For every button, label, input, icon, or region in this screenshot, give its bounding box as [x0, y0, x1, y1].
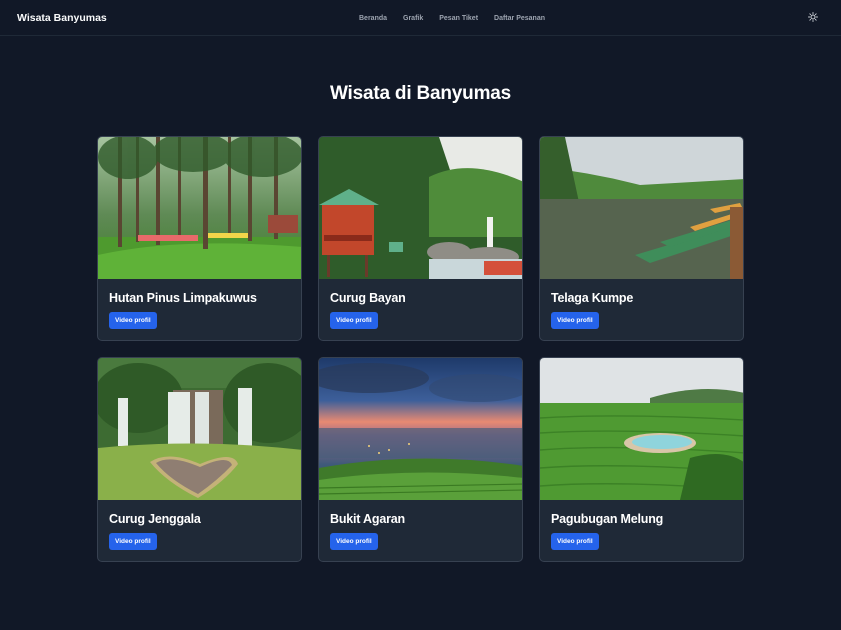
navbar: Wisata Banyumas Beranda Grafik Pesan Tik…	[0, 0, 841, 36]
destination-title: Bukit Agaran	[330, 512, 405, 526]
destination-card: Bukit Agaran Video profil	[318, 357, 523, 562]
video-profile-button[interactable]: Video profil	[551, 533, 599, 550]
destination-card: Curug Jenggala Video profil	[97, 357, 302, 562]
video-profile-button[interactable]: Video profil	[330, 533, 378, 550]
destination-card: Curug Bayan Video profil	[318, 136, 523, 341]
nav-links: Beranda Grafik Pesan Tiket Daftar Pesana…	[359, 0, 545, 36]
nav-link-beranda[interactable]: Beranda	[359, 15, 387, 22]
destination-card: Pagubugan Melung Video profil	[539, 357, 744, 562]
destination-grid: Hutan Pinus Limpakuwus Video profil Curu…	[97, 136, 744, 562]
nav-link-grafik[interactable]: Grafik	[403, 15, 423, 22]
video-profile-button[interactable]: Video profil	[551, 312, 599, 329]
destination-title: Pagubugan Melung	[551, 512, 664, 526]
destination-photo	[540, 358, 743, 500]
destination-card: Telaga Kumpe Video profil	[539, 136, 744, 341]
destination-title: Curug Jenggala	[109, 512, 201, 526]
destination-title: Hutan Pinus Limpakuwus	[109, 291, 257, 305]
video-profile-button[interactable]: Video profil	[109, 312, 157, 329]
page-title: Wisata di Banyumas	[329, 83, 511, 104]
brand-title[interactable]: Wisata Banyumas	[17, 12, 107, 24]
destination-card: Hutan Pinus Limpakuwus Video profil	[97, 136, 302, 341]
destination-photo	[98, 137, 301, 279]
destination-photo	[540, 137, 743, 279]
destination-title: Telaga Kumpe	[551, 291, 634, 305]
destination-photo	[319, 358, 522, 500]
sun-icon[interactable]	[807, 11, 819, 23]
video-profile-button[interactable]: Video profil	[109, 533, 157, 550]
destination-title: Curug Bayan	[330, 291, 406, 305]
destination-photo	[319, 137, 522, 279]
nav-link-daftar-pesanan[interactable]: Daftar Pesanan	[494, 15, 545, 22]
destination-photo	[98, 358, 301, 500]
nav-link-pesan-tiket[interactable]: Pesan Tiket	[439, 15, 478, 22]
video-profile-button[interactable]: Video profil	[330, 312, 378, 329]
